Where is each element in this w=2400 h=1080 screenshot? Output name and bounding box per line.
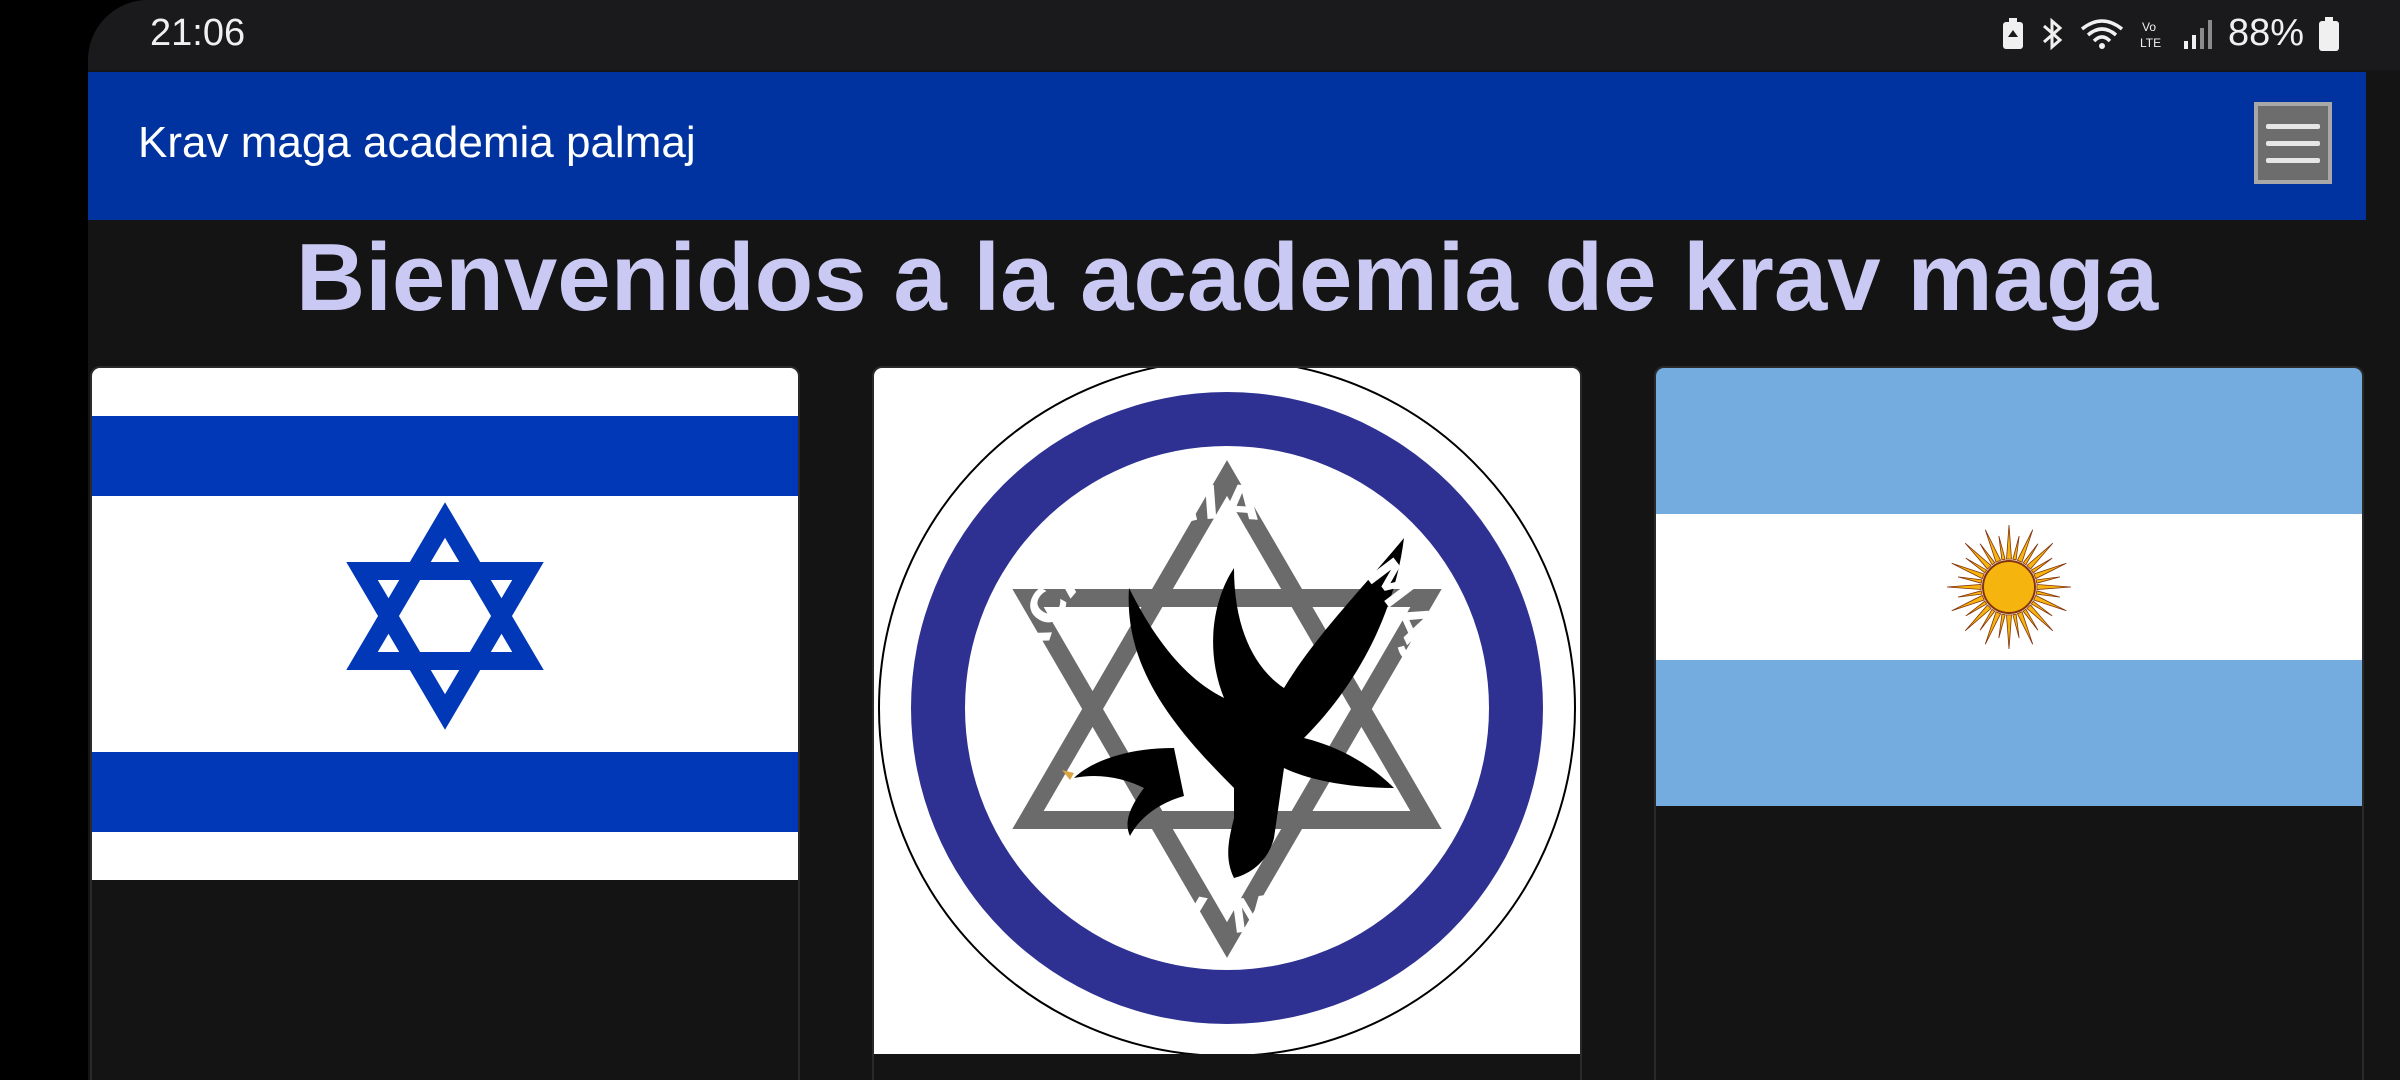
- sun-ray: [1946, 584, 1982, 590]
- hamburger-menu-icon-line: [2266, 123, 2320, 129]
- svg-text:LTE: LTE: [2140, 36, 2161, 50]
- sun-ray: [2006, 524, 2012, 560]
- israel-flag-image: [92, 368, 798, 880]
- status-icons: Vo LTE 88%: [2000, 12, 2340, 55]
- card-argentina-flag[interactable]: [1654, 366, 2364, 1080]
- sun-ray: [2012, 535, 2020, 561]
- battery-saver-icon: [2002, 17, 2023, 49]
- wifi-icon: [2080, 18, 2124, 49]
- sun-ray: [2035, 590, 2061, 598]
- card-israel-flag[interactable]: [90, 366, 800, 1080]
- app-bar: Krav maga academia palmaj: [88, 72, 2366, 220]
- academia-palmaj-logo-image: ACADEMIA PALMAJ KRAV MAGA: [874, 368, 1580, 1057]
- battery-percent: 88%: [2227, 12, 2304, 54]
- app-title[interactable]: Krav maga academia palmaj: [138, 118, 696, 168]
- card-academia-logo[interactable]: ACADEMIA PALMAJ KRAV MAGA: [872, 366, 1582, 1080]
- svg-text:Vo: Vo: [2142, 20, 2156, 34]
- sun-ray: [2012, 613, 2020, 639]
- page-heading: Bienvenidos a la academia de krav maga: [295, 224, 2159, 331]
- hamburger-menu-icon-line: [2266, 157, 2320, 163]
- volte-icon: Vo LTE: [2140, 20, 2161, 50]
- sun-ray: [1957, 590, 1983, 598]
- academia-palmaj-logo: ACADEMIA PALMAJ KRAV MAGA: [878, 368, 1576, 1057]
- star-of-david-icon: [346, 502, 544, 730]
- sun-ray: [2035, 576, 2061, 584]
- sun-ray: [1998, 613, 2006, 639]
- sun-ray: [2036, 584, 2072, 590]
- hamburger-menu-button[interactable]: [2254, 102, 2332, 184]
- signal-icon: [2183, 19, 2212, 49]
- bluetooth-icon: [2042, 17, 2063, 50]
- argentina-flag-image: [1656, 368, 2362, 806]
- sun-ray: [1998, 535, 2006, 561]
- status-time: 21:06: [150, 12, 246, 54]
- sun-of-may-icon: [1946, 524, 2072, 650]
- hamburger-menu-icon-line: [2266, 140, 2320, 146]
- sun-ray: [2006, 614, 2012, 650]
- screen: 21:06 Vo LTE 88% Krav maga academia palm…: [88, 0, 2400, 1080]
- status-bar: 21:06 Vo LTE 88%: [88, 0, 2400, 70]
- device-frame: 21:06 Vo LTE 88% Krav maga academia palm…: [0, 0, 2400, 1080]
- sun-ray: [1957, 576, 1983, 584]
- battery-icon: [2319, 16, 2339, 51]
